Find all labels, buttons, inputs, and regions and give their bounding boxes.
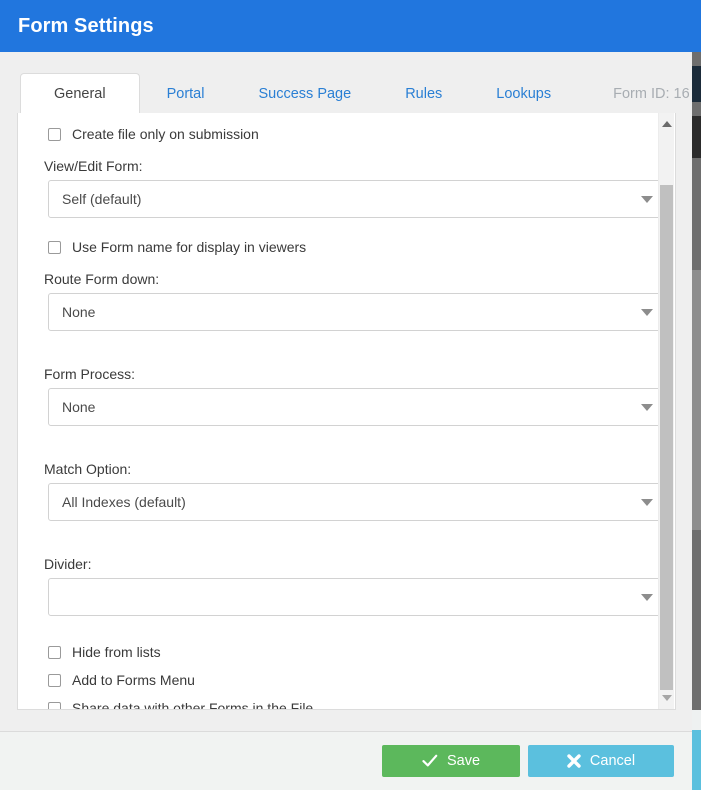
tab-rules[interactable]: Rules xyxy=(378,73,469,113)
sliver-segment xyxy=(692,66,701,102)
scroll-up-button[interactable] xyxy=(659,116,674,132)
option-checkbox-list: Hide from lists Add to Forms Menu Share … xyxy=(18,638,662,710)
sliver-segment xyxy=(692,0,701,52)
settings-panel: Create file only on submission View/Edit… xyxy=(17,113,676,710)
add-to-forms-menu-label: Add to Forms Menu xyxy=(72,672,195,688)
save-button[interactable]: Save xyxy=(382,745,520,777)
check-icon xyxy=(422,754,438,768)
arrow-up-icon xyxy=(662,121,672,127)
hide-from-lists-row[interactable]: Hide from lists xyxy=(18,638,662,666)
divider-label: Divider: xyxy=(18,556,662,572)
tab-lookups[interactable]: Lookups xyxy=(469,73,578,113)
sliver-segment xyxy=(692,530,701,710)
create-file-only-on-submission-label: Create file only on submission xyxy=(72,126,259,142)
background-app-edge xyxy=(692,0,701,790)
add-to-forms-menu-checkbox[interactable] xyxy=(48,674,61,687)
sliver-segment xyxy=(692,102,701,116)
sliver-segment xyxy=(692,270,701,530)
form-id-text: Form ID: 16 xyxy=(613,86,690,102)
form-process-label: Form Process: xyxy=(18,366,662,382)
scrollbar-thumb[interactable] xyxy=(660,185,673,690)
chevron-down-icon xyxy=(641,499,653,506)
hide-from-lists-checkbox[interactable] xyxy=(48,646,61,659)
sliver-segment xyxy=(692,116,701,158)
dialog-titlebar: Form Settings xyxy=(0,0,692,52)
sliver-segment xyxy=(692,710,701,730)
cancel-button-label: Cancel xyxy=(590,754,635,769)
use-form-name-label: Use Form name for display in viewers xyxy=(72,239,306,255)
tab-portal[interactable]: Portal xyxy=(140,73,232,113)
add-to-forms-menu-row[interactable]: Add to Forms Menu xyxy=(18,666,662,694)
tab-general-label: General xyxy=(54,86,106,102)
chevron-down-icon xyxy=(641,196,653,203)
route-form-down-label: Route Form down: xyxy=(18,271,662,287)
sliver-segment xyxy=(692,158,701,270)
tab-general[interactable]: General xyxy=(20,73,140,113)
share-data-label: Share data with other Forms in the File xyxy=(72,700,313,710)
panel-scrollbar[interactable] xyxy=(658,113,674,709)
divider-select[interactable] xyxy=(48,578,668,616)
create-file-only-on-submission-checkbox[interactable] xyxy=(48,128,61,141)
dialog-title: Form Settings xyxy=(18,15,154,38)
form-id-label: Form ID: 16 xyxy=(578,73,692,113)
arrow-down-icon xyxy=(662,695,672,701)
sliver-segment xyxy=(692,52,701,66)
settings-panel-content: Create file only on submission View/Edit… xyxy=(18,113,662,709)
chevron-down-icon xyxy=(641,594,653,601)
tab-success-page[interactable]: Success Page xyxy=(231,73,378,113)
share-data-row[interactable]: Share data with other Forms in the File xyxy=(18,694,662,710)
cancel-button[interactable]: Cancel xyxy=(528,745,674,777)
sliver-segment xyxy=(692,730,701,790)
chevron-down-icon xyxy=(641,404,653,411)
tab-rules-label: Rules xyxy=(405,86,442,102)
route-form-down-select[interactable]: None xyxy=(48,293,668,331)
save-button-label: Save xyxy=(447,754,480,769)
chevron-down-icon xyxy=(641,309,653,316)
form-process-value: None xyxy=(62,399,95,415)
tab-lookups-label: Lookups xyxy=(496,86,551,102)
tab-portal-label: Portal xyxy=(167,86,205,102)
use-form-name-checkbox[interactable] xyxy=(48,241,61,254)
view-edit-form-select[interactable]: Self (default) xyxy=(48,180,668,218)
share-data-checkbox[interactable] xyxy=(48,702,61,711)
create-file-only-on-submission-row[interactable]: Create file only on submission xyxy=(18,123,662,145)
match-option-value: All Indexes (default) xyxy=(62,494,186,510)
match-option-select[interactable]: All Indexes (default) xyxy=(48,483,668,521)
form-settings-dialog: Form Settings General Portal Success Pag… xyxy=(0,0,692,790)
tab-bar: General Portal Success Page Rules Lookup… xyxy=(0,73,692,113)
close-icon xyxy=(567,754,581,768)
view-edit-form-label: View/Edit Form: xyxy=(18,158,662,174)
scroll-down-button[interactable] xyxy=(659,690,674,706)
view-edit-form-value: Self (default) xyxy=(62,191,141,207)
use-form-name-row[interactable]: Use Form name for display in viewers xyxy=(18,236,662,258)
tab-success-page-label: Success Page xyxy=(258,86,351,102)
active-tab-notch xyxy=(21,112,127,114)
hide-from-lists-label: Hide from lists xyxy=(72,644,161,660)
route-form-down-value: None xyxy=(62,304,95,320)
form-process-select[interactable]: None xyxy=(48,388,668,426)
dialog-footer: Save Cancel xyxy=(0,732,692,790)
match-option-label: Match Option: xyxy=(18,461,662,477)
